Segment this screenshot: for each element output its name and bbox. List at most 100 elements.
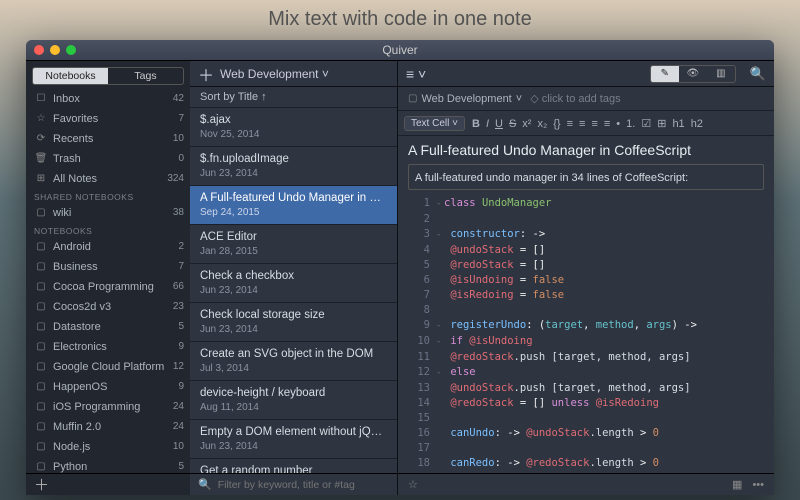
sort-menu[interactable]: Sort by Title ↑	[190, 87, 397, 108]
sidebar-item-inbox[interactable]: ☐Inbox42	[26, 89, 190, 109]
code-cell[interactable]: 1-class UndoManager2 3- constructor: ->4…	[408, 196, 764, 473]
hamburger-icon[interactable]: ≡	[406, 66, 426, 82]
code-line[interactable]: 14 @redoStack = [] unless @isRedoing	[408, 396, 764, 411]
toolbar-button-1[interactable]: I	[483, 116, 492, 132]
code-line[interactable]: 11 @redoStack.push [target, method, args…	[408, 350, 764, 365]
clock-icon: ⟳	[34, 131, 48, 147]
sidebar-item-recents[interactable]: ⟳Recents10	[26, 129, 190, 149]
toolbar-button-16[interactable]: h2	[688, 116, 706, 132]
note-list-item[interactable]: Check local storage sizeJun 23, 2014	[190, 303, 397, 342]
sidebar-item-cocoa-programming[interactable]: ▢Cocoa Programming66	[26, 277, 190, 297]
code-line[interactable]: 17	[408, 441, 764, 456]
code-line[interactable]: 1-class UndoManager	[408, 196, 764, 212]
sidebar-item-favorites[interactable]: ☆Favorites7	[26, 109, 190, 129]
code-line[interactable]: 18 canRedo: -> @redoStack.length > 0	[408, 456, 764, 471]
inbox-icon: ☐	[34, 91, 48, 107]
cell-type-selector[interactable]: Text Cell ˅	[404, 116, 465, 131]
code-line[interactable]: 5 @redoStack = []	[408, 258, 764, 273]
sidebar-item-label: Trash	[53, 151, 178, 167]
book-icon: ▢	[34, 279, 48, 295]
code-line[interactable]: 8	[408, 303, 764, 318]
toolbar-button-4[interactable]: x²	[519, 116, 534, 132]
note-list-item[interactable]: ACE EditorJan 28, 2015	[190, 225, 397, 264]
close-icon[interactable]	[34, 45, 44, 55]
favorite-toggle[interactable]: ☆	[408, 478, 418, 491]
sidebar-item-business[interactable]: ▢Business7	[26, 257, 190, 277]
code-line[interactable]: 6 @isUndoing = false	[408, 273, 764, 288]
more-options-button[interactable]: •••	[752, 479, 764, 491]
toolbar-button-7[interactable]: ≡	[564, 116, 576, 132]
note-list-item[interactable]: $.fn.uploadImageJun 23, 2014	[190, 147, 397, 186]
text-cell[interactable]	[408, 164, 764, 190]
toolbar-button-11[interactable]: •	[613, 116, 623, 132]
sidebar-item-muffin-2-0[interactable]: ▢Muffin 2.024	[26, 417, 190, 437]
add-notebook-button[interactable]: ＋	[34, 474, 49, 495]
note-item-title: $.ajax	[200, 114, 387, 126]
code-line[interactable]: 13 @undoStack.push [target, method, args…	[408, 381, 764, 396]
note-list-item[interactable]: A Full-featured Undo Manager in Coffee..…	[190, 186, 397, 225]
tab-notebooks[interactable]: Notebooks	[33, 68, 108, 84]
note-item-date: Sep 24, 2015	[200, 207, 387, 218]
edit-mode-button[interactable]: ✎	[651, 66, 679, 82]
sidebar-item-datastore[interactable]: ▢Datastore5	[26, 317, 190, 337]
note-list-item[interactable]: device-height / keyboardAug 11, 2014	[190, 381, 397, 420]
toolbar-button-14[interactable]: ⊞	[654, 116, 669, 132]
toolbar-button-10[interactable]: ≡	[601, 116, 613, 132]
presentation-button[interactable]: ▦	[732, 478, 742, 491]
sidebar-segmented-control[interactable]: Notebooks Tags	[32, 67, 184, 85]
code-line[interactable]: 2	[408, 212, 764, 227]
sidebar-item-label: Inbox	[53, 91, 173, 107]
toolbar-button-15[interactable]: h1	[669, 116, 687, 132]
toolbar-button-2[interactable]: U	[492, 116, 506, 132]
search-icon[interactable]: 🔍	[750, 66, 766, 82]
zoom-icon[interactable]	[66, 45, 76, 55]
text-cell-input[interactable]	[415, 172, 757, 184]
tags-field[interactable]: ◇ click to add tags	[530, 92, 620, 105]
code-line[interactable]: 16 canUndo: -> @undoStack.length > 0	[408, 426, 764, 441]
sidebar-item-python[interactable]: ▢Python5	[26, 457, 190, 473]
tab-tags[interactable]: Tags	[108, 68, 183, 84]
note-list-item[interactable]: Create an SVG object in the DOMJul 3, 20…	[190, 342, 397, 381]
code-line[interactable]: 12- else	[408, 365, 764, 381]
sidebar-item-google-cloud-platform[interactable]: ▢Google Cloud Platform12	[26, 357, 190, 377]
toolbar-button-3[interactable]: S	[506, 116, 519, 132]
toolbar-button-0[interactable]: B	[469, 116, 483, 132]
note-list-item[interactable]: Check a checkboxJun 23, 2014	[190, 264, 397, 303]
sidebar-item-ios-programming[interactable]: ▢iOS Programming24	[26, 397, 190, 417]
split-mode-button[interactable]: ▥	[707, 66, 735, 82]
new-note-button[interactable]: ＋	[198, 62, 214, 86]
toolbar-button-5[interactable]: x₂	[534, 116, 550, 132]
code-line[interactable]: 3- constructor: ->	[408, 227, 764, 243]
sidebar-item-node-js[interactable]: ▢Node.js10	[26, 437, 190, 457]
note-item-title: device-height / keyboard	[200, 387, 387, 399]
toolbar-button-9[interactable]: ≡	[588, 116, 600, 132]
code-line[interactable]: 9- registerUndo: (target, method, args) …	[408, 318, 764, 334]
toolbar-button-8[interactable]: ≡	[576, 116, 588, 132]
note-list-item[interactable]: Empty a DOM element without jQueryJun 23…	[190, 420, 397, 459]
toolbar-button-13[interactable]: ☑	[638, 116, 654, 132]
note-filter-input[interactable]	[218, 479, 389, 491]
toolbar-button-6[interactable]: {}	[550, 116, 563, 132]
code-line[interactable]: 15	[408, 411, 764, 426]
sidebar-item-android[interactable]: ▢Android2	[26, 237, 190, 257]
sidebar-item-electronics[interactable]: ▢Electronics9	[26, 337, 190, 357]
notebook-crumb[interactable]: Web Development	[220, 67, 329, 81]
sidebar-item-trash[interactable]: 🗑Trash0	[26, 149, 190, 169]
code-line[interactable]: 4 @undoStack = []	[408, 243, 764, 258]
toolbar-button-12[interactable]: 1.	[623, 116, 638, 132]
note-title[interactable]: A Full-featured Undo Manager in CoffeeSc…	[408, 142, 764, 158]
note-notebook-selector[interactable]: ▢ Web Development	[408, 93, 522, 105]
minimize-icon[interactable]	[50, 45, 60, 55]
preview-mode-button[interactable]: 👁	[679, 66, 707, 82]
view-mode-segmented-control[interactable]: ✎ 👁 ▥	[650, 65, 736, 83]
note-item-date: Nov 25, 2014	[200, 129, 387, 140]
sidebar-item-cocos2d-v3[interactable]: ▢Cocos2d v323	[26, 297, 190, 317]
note-list-item[interactable]: $.ajax Nov 25, 2014	[190, 108, 397, 147]
sidebar-item-all-notes[interactable]: ⊞All Notes324	[26, 169, 190, 189]
code-line[interactable]: 10- if @isUndoing	[408, 334, 764, 350]
sidebar-item-wiki[interactable]: ▢wiki38	[26, 203, 190, 223]
note-list-item[interactable]: Get a random numberJun 23, 2014	[190, 459, 397, 473]
sidebar-item-happenos[interactable]: ▢HappenOS9	[26, 377, 190, 397]
code-line[interactable]: 7 @isRedoing = false	[408, 288, 764, 303]
sidebar-item-count: 9	[178, 379, 184, 395]
